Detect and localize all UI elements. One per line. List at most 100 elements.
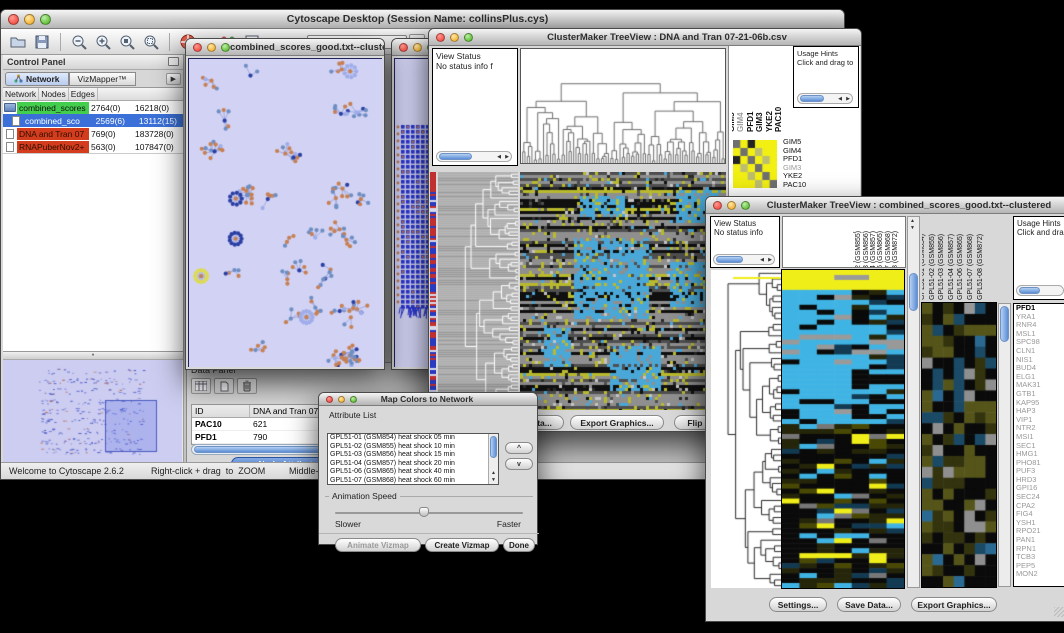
- scroll-left-icon[interactable]: ◀: [838, 95, 842, 103]
- minimize-button[interactable]: [413, 43, 422, 52]
- zoom-button[interactable]: [350, 396, 357, 403]
- table-row[interactable]: combined_sco 2569(6) 13112(15): [3, 114, 183, 127]
- scrollbar-thumb[interactable]: [716, 256, 743, 263]
- speed-slider-track[interactable]: [335, 512, 523, 514]
- close-button[interactable]: [399, 43, 408, 52]
- list-vscrollbar[interactable]: ▲ ▼: [488, 434, 498, 484]
- minimize-button[interactable]: [450, 33, 459, 42]
- main-titlebar[interactable]: Cytoscape Desktop (Session Name: collins…: [1, 10, 844, 29]
- column-label[interactable]: YKE2: [765, 111, 774, 132]
- minimize-button[interactable]: [207, 43, 216, 52]
- zoom-actual-icon[interactable]: [116, 32, 138, 52]
- column-label[interactable]: GPL51-07 (GSM868): [885, 231, 892, 267]
- attribute-item[interactable]: GPL51-01 (GSM854) heat shock 05 min: [328, 434, 498, 443]
- attribute-list[interactable]: GPL51-01 (GSM854) heat shock 05 min GPL51…: [327, 433, 499, 485]
- float-panel-icon[interactable]: [168, 57, 179, 66]
- column-label[interactable]: GPL51-08 (GSM872): [892, 231, 899, 267]
- gene-label[interactable]: MON2: [1014, 570, 1064, 579]
- column-label[interactable]: GPL51-04 (GSM857): [948, 234, 955, 300]
- zoom-out-icon[interactable]: [68, 32, 90, 52]
- scroll-right-icon[interactable]: ▶: [505, 153, 509, 161]
- sub-vscrollbar[interactable]: [998, 303, 1011, 587]
- table-row[interactable]: combined_scores 2764(0) 16218(0): [3, 101, 183, 114]
- zoom-button[interactable]: [221, 43, 230, 52]
- column-dendrogram[interactable]: [521, 49, 725, 163]
- table-row[interactable]: DNA and Tran 07 769(0) 183728(0): [3, 127, 183, 140]
- open-icon[interactable]: [7, 32, 29, 52]
- column-label[interactable]: GPL51-04 (GSM857): [870, 231, 877, 267]
- column-label[interactable]: PAC10: [774, 107, 783, 132]
- scrollbar-thumb[interactable]: [909, 273, 918, 311]
- id-column-header[interactable]: ID: [192, 405, 250, 417]
- close-button[interactable]: [193, 43, 202, 52]
- main-heatmap-canvas[interactable]: [782, 270, 904, 588]
- usage-hints-hscrollbar[interactable]: [1016, 285, 1064, 296]
- column-label[interactable]: GPL51-01 (GSM854): [922, 234, 926, 300]
- scrollbar-thumb[interactable]: [490, 436, 497, 458]
- column-label[interactable]: PFD1: [746, 112, 755, 132]
- column-label[interactable]: GPL51-06 (GSM865): [877, 231, 884, 267]
- zoom-button[interactable]: [464, 33, 473, 42]
- column-label[interactable]: GPL51-02 (GSM855): [855, 231, 862, 267]
- birdseye-view[interactable]: [3, 360, 182, 463]
- attribute-item[interactable]: GPL51-06 (GSM865) heat shock 40 min: [328, 468, 498, 477]
- main-vscrollbar[interactable]: ▲ ▼: [907, 216, 920, 588]
- column-header[interactable]: Network: [3, 88, 39, 100]
- delete-attribute-trash-icon[interactable]: [237, 378, 257, 394]
- move-up-button[interactable]: ^: [505, 442, 533, 454]
- export-graphics-button[interactable]: Export Graphics...: [570, 415, 664, 430]
- column-header[interactable]: Edges: [69, 88, 98, 100]
- zoom-button[interactable]: [40, 14, 51, 25]
- heatmap-canvas[interactable]: [520, 172, 726, 410]
- speed-slider-thumb[interactable]: [419, 507, 429, 517]
- tab-network[interactable]: Network: [5, 72, 69, 86]
- window-titlebar[interactable]: ClusterMaker TreeView : combined_scores_…: [706, 197, 1064, 214]
- zoom-in-icon[interactable]: [92, 32, 114, 52]
- view-status-hscrollbar[interactable]: ◀ ▶: [436, 151, 512, 162]
- close-button[interactable]: [436, 33, 445, 42]
- save-icon[interactable]: [31, 32, 53, 52]
- column-label[interactable]: GIM4: [736, 112, 745, 132]
- minimize-button[interactable]: [727, 201, 736, 210]
- scroll-up-icon[interactable]: ▲: [491, 470, 496, 476]
- row-dendrogram[interactable]: [438, 172, 518, 410]
- scroll-right-icon[interactable]: ▶: [846, 95, 850, 103]
- scrollbar-thumb[interactable]: [439, 153, 472, 160]
- view-status-hscrollbar[interactable]: ◀ ▶: [713, 254, 775, 265]
- row-label[interactable]: PAC10: [781, 181, 825, 190]
- column-label[interactable]: GPL51-08 (GSM872): [977, 234, 984, 300]
- move-down-button[interactable]: v: [505, 458, 533, 470]
- attribute-item[interactable]: GPL51-04 (GSM857) heat shock 20 min: [328, 460, 498, 469]
- attribute-item[interactable]: GPL51-03 (GSM856) heat shock 15 min: [328, 451, 498, 460]
- settings-button[interactable]: Settings...: [769, 597, 827, 612]
- scroll-right-icon[interactable]: ▶: [768, 256, 772, 264]
- minimize-button[interactable]: [24, 14, 35, 25]
- usage-hints-hscrollbar[interactable]: ◀ ▶: [797, 93, 853, 104]
- sub-heatmap-canvas[interactable]: [922, 303, 996, 587]
- attribute-item[interactable]: GPL51-07 (GSM868) heat shock 60 min: [328, 477, 498, 485]
- attribute-select-icon[interactable]: [191, 378, 211, 394]
- close-button[interactable]: [8, 14, 19, 25]
- scroll-down-icon[interactable]: ▼: [491, 477, 496, 483]
- zoom-button[interactable]: [741, 201, 750, 210]
- network-view-canvas[interactable]: [189, 59, 383, 367]
- cluster-matrix-heatmap[interactable]: [733, 140, 777, 188]
- export-graphics-button[interactable]: Export Graphics...: [911, 597, 997, 612]
- scrollbar-thumb[interactable]: [1019, 287, 1040, 294]
- column-label[interactable]: GIM3: [755, 112, 764, 132]
- close-button[interactable]: [326, 396, 333, 403]
- window-titlebar[interactable]: combined_scores_good.txt--cluste...: [186, 39, 384, 56]
- close-button[interactable]: [713, 201, 722, 210]
- scroll-up-icon[interactable]: ▲: [910, 218, 915, 224]
- new-attribute-icon[interactable]: [214, 378, 234, 394]
- scroll-left-icon[interactable]: ◀: [497, 153, 501, 161]
- row-dendrogram[interactable]: [711, 270, 781, 588]
- column-label[interactable]: GPL51-03 (GSM856): [863, 231, 870, 267]
- save-data-button[interactable]: Save Data...: [837, 597, 901, 612]
- table-row[interactable]: RNAPuberNov2+ 563(0) 107847(0): [3, 140, 183, 153]
- animate-vizmap-button[interactable]: Animate Vizmap: [335, 538, 421, 552]
- scrollbar-thumb[interactable]: [1000, 306, 1009, 342]
- create-vizmap-button[interactable]: Create Vizmap: [425, 538, 499, 552]
- column-label[interactable]: GPL51-03 (GSM856): [938, 234, 945, 300]
- scroll-down-icon[interactable]: ▼: [910, 225, 915, 231]
